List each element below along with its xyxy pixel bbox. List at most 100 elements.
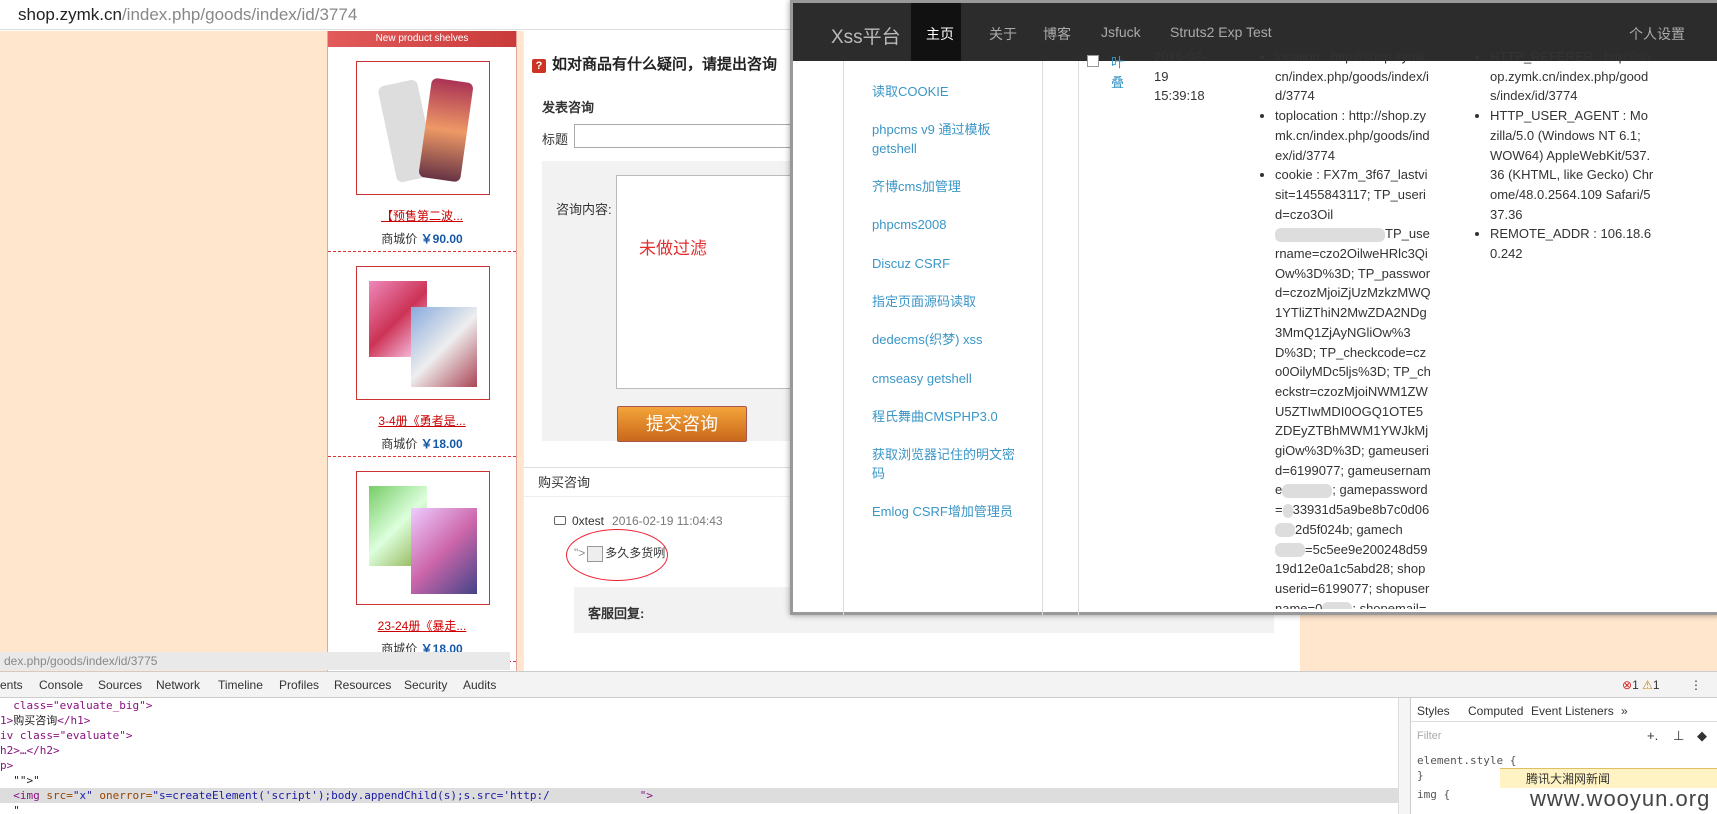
status-url: dex.php/goods/index/id/3775: [0, 652, 510, 670]
devtools-panel: ents Console Sources Network Timeline Pr…: [0, 671, 1717, 814]
module-link[interactable]: Discuz CSRF: [872, 254, 1022, 273]
row-user[interactable]: 叶 叠: [1111, 53, 1131, 92]
palette-icon[interactable]: ◆: [1697, 728, 1707, 744]
chevron-right-icon[interactable]: »: [1621, 704, 1628, 718]
form-heading: 发表咨询: [542, 100, 595, 115]
nav-about[interactable]: 关于: [989, 24, 1017, 44]
dom-line[interactable]: "">": [0, 773, 1400, 788]
url-host: shop.zymk.cn: [18, 5, 122, 24]
dom-tree: class="evaluate_big"> 1>购买咨询</h1> iv cla…: [0, 698, 1400, 814]
dom-line[interactable]: 1>购买咨询</h1>: [0, 713, 1400, 728]
user-agent-item: HTTP_USER_AGENT : Mozilla/5.0 (Windows N…: [1490, 106, 1654, 224]
question-icon: ?: [532, 59, 546, 73]
dom-scrollbar[interactable]: [1398, 698, 1410, 814]
error-icon: ⊗: [1622, 678, 1633, 692]
content-textarea[interactable]: 未做过滤: [616, 175, 806, 389]
product-name-link[interactable]: 【预售第二波...: [328, 207, 516, 224]
annotation-text: 未做过滤: [639, 239, 707, 258]
nav-jsfuck[interactable]: Jsfuck: [1101, 24, 1141, 40]
tab-resources[interactable]: Resources: [334, 678, 391, 692]
pin-icon[interactable]: ⊥: [1673, 728, 1684, 744]
module-link[interactable]: Emlog CSRF增加管理员: [872, 502, 1022, 521]
results-table: 叶 叠 2016-02-1915:39:18 location : http:/…: [1078, 49, 1717, 615]
toplocation-item: toplocation : http://shop.zymk.cn/index.…: [1275, 106, 1431, 165]
more-icon[interactable]: ⋮: [1690, 678, 1702, 692]
brand[interactable]: Xss平台: [831, 22, 901, 49]
tab-network[interactable]: Network: [156, 678, 200, 692]
dom-line[interactable]: p>: [0, 758, 1400, 773]
content-label: 咨询内容:: [556, 202, 612, 217]
title-label: 标题: [542, 132, 569, 147]
tab-security[interactable]: Security: [404, 678, 447, 692]
watermark: www.wooyun.org: [1530, 786, 1711, 811]
url-path: /index.php/goods/index/id/3774: [121, 5, 358, 24]
tab-computed[interactable]: Computed: [1468, 704, 1523, 718]
product-card[interactable]: 23-24册《暴走... 商城价 ￥18.00: [328, 457, 516, 662]
title-input[interactable]: [574, 124, 794, 148]
row-datetime: 2016-02- 19 15:39:18: [1154, 49, 1207, 104]
news-notification[interactable]: 腾讯大湘网新闻: [1500, 768, 1717, 788]
dom-line[interactable]: ": [0, 803, 1400, 814]
product-card[interactable]: 【预售第二波... 商城价 ￥90.00: [328, 47, 516, 252]
styles-tabs: Styles Computed Event Listeners »: [1411, 698, 1717, 722]
address-bar[interactable]: shop.zymk.cn/index.php/goods/index/id/37…: [0, 0, 800, 30]
module-link[interactable]: phpcms2008: [872, 215, 1022, 234]
devtools-tabs: ents Console Sources Network Timeline Pr…: [0, 672, 1717, 698]
review-date: 2016-02-19 11:04:43: [612, 514, 723, 528]
cookie-item: cookie : FX7m_3f67_lastvisit=1455843117;…: [1275, 165, 1431, 609]
broken-image-icon: [587, 545, 604, 562]
tab-console[interactable]: Console: [39, 678, 83, 692]
consult-title: ? 如对商品有什么疑问，请提出咨询: [532, 53, 777, 74]
tab-profiles[interactable]: Profiles: [279, 678, 319, 692]
dom-line[interactable]: class="evaluate_big">: [0, 698, 1400, 713]
submit-button[interactable]: 提交咨询: [617, 406, 747, 442]
xss-platform-window: Xss平台 主页 关于 博客 Jsfuck Struts2 Exp Test 个…: [790, 0, 1717, 615]
module-link[interactable]: phpcms v9 通过模板getshell: [872, 120, 1022, 158]
tab-elements[interactable]: ents: [0, 678, 23, 692]
tab-sources[interactable]: Sources: [98, 678, 142, 692]
dom-line-selected[interactable]: <img src="x" onerror="s=createElement('s…: [0, 788, 1400, 803]
module-link[interactable]: cmseasy getshell: [872, 369, 1022, 388]
product-sidebar: New product shelves 【预售第二波... 商城价 ￥90.00…: [327, 31, 517, 671]
tab-audits[interactable]: Audits: [463, 678, 496, 692]
module-link[interactable]: 指定页面源码读取: [872, 292, 1022, 311]
new-products-ribbon: New product shelves: [328, 31, 516, 47]
nav-struts2[interactable]: Struts2 Exp Test: [1170, 24, 1272, 40]
cookie-column: location : http://shop.zymk.cn/index.php…: [1259, 47, 1431, 609]
product-image[interactable]: [356, 266, 490, 400]
referer-item: HTTP_REFERER : http://shop.zymk.cn/index…: [1490, 47, 1654, 106]
product-price: 商城价 ￥18.00: [381, 437, 463, 451]
tab-event-listeners[interactable]: Event Listeners: [1531, 704, 1614, 718]
add-rule-icon[interactable]: +.: [1647, 728, 1658, 743]
tab-timeline[interactable]: Timeline: [218, 678, 263, 692]
review-meta: 0xtest 2016-02-19 11:04:43: [554, 513, 723, 528]
comment-icon: [554, 516, 566, 525]
tab-styles[interactable]: Styles: [1417, 704, 1450, 718]
server-column: HTTP_REFERER : http://shop.zymk.cn/index…: [1474, 47, 1654, 264]
location-item: location : http://shop.zymk.cn/index.php…: [1275, 47, 1431, 106]
module-list: 读取COOKIE phpcms v9 通过模板getshell 齐博cms加管理…: [843, 61, 1043, 615]
remote-addr-item: REMOTE_ADDR : 106.18.60.242: [1490, 224, 1654, 263]
product-name-link[interactable]: 3-4册《勇者是...: [328, 412, 516, 429]
nav-home[interactable]: 主页: [926, 24, 954, 44]
product-name-link[interactable]: 23-24册《暴走...: [328, 617, 516, 634]
review-text: "> 多久多货咧: [574, 545, 666, 562]
nav-blog[interactable]: 博客: [1043, 24, 1071, 44]
module-link[interactable]: 读取COOKIE: [872, 82, 1022, 101]
dom-line[interactable]: iv class="evaluate">: [0, 728, 1400, 743]
module-link[interactable]: 齐博cms加管理: [872, 177, 1022, 196]
product-image[interactable]: [356, 471, 490, 605]
dom-line[interactable]: h2>…</h2>: [0, 743, 1400, 758]
review-user: 0xtest: [572, 514, 605, 528]
row-checkbox[interactable]: [1087, 55, 1099, 67]
product-card[interactable]: 3-4册《勇者是... 商城价 ￥18.00: [328, 252, 516, 457]
module-link[interactable]: dedecms(织梦) xss: [872, 330, 1022, 349]
error-warning-counts[interactable]: ⊗1 ⚠1: [1622, 678, 1660, 692]
nav-settings[interactable]: 个人设置: [1629, 24, 1685, 44]
warning-icon: ⚠: [1642, 678, 1653, 692]
product-price: 商城价 ￥90.00: [381, 232, 463, 246]
module-link[interactable]: 获取浏览器记住的明文密码: [872, 445, 1022, 483]
product-image[interactable]: [356, 61, 490, 195]
module-link[interactable]: 程氏舞曲CMSPHP3.0: [872, 407, 1022, 426]
styles-filter[interactable]: Filter: [1417, 730, 1441, 742]
